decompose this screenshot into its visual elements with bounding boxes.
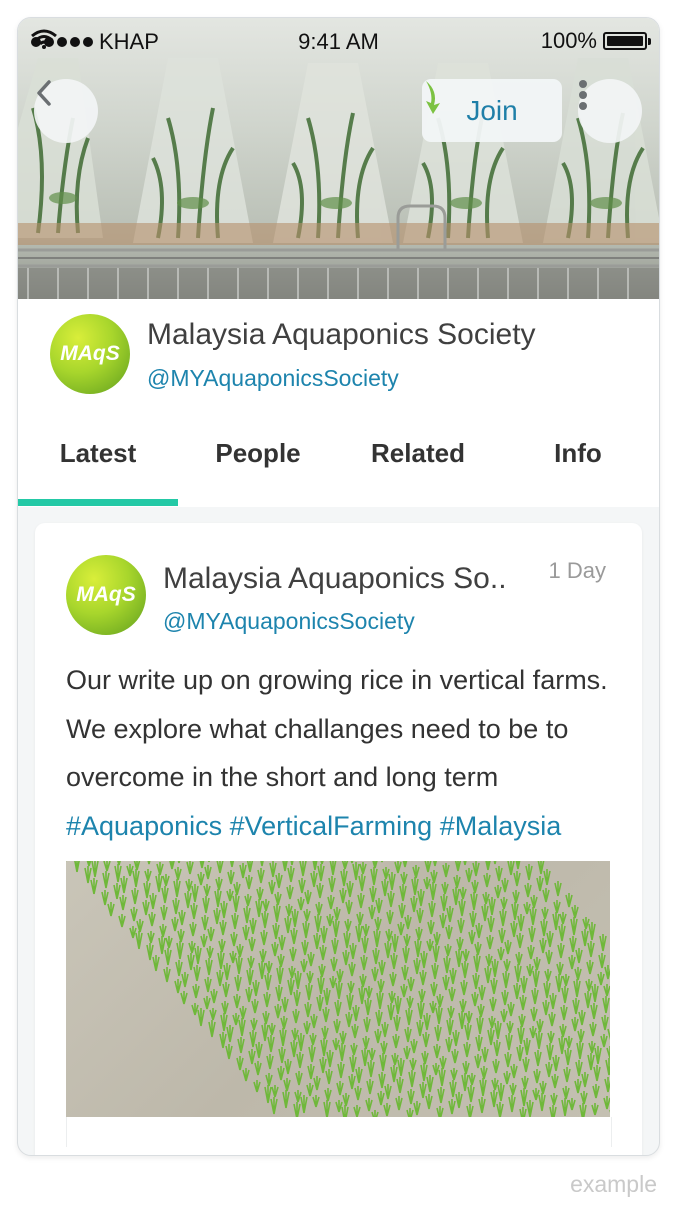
- group-name: Malaysia Aquaponics Society: [147, 318, 536, 351]
- battery-icon: [603, 32, 651, 50]
- group-handle[interactable]: @MYAquaponicsSociety: [147, 365, 399, 392]
- tab-info[interactable]: Info: [498, 416, 658, 506]
- cover-image: KHAP 9:41 AM 100% Join: [18, 18, 659, 299]
- post-author-name[interactable]: Malaysia Aquaponics So..: [163, 562, 507, 596]
- post-image-footer: [66, 1117, 612, 1147]
- post-body: Our write up on growing rice in vertical…: [66, 656, 626, 850]
- rice-field-photo: [66, 861, 610, 1117]
- join-label: Join: [466, 94, 518, 126]
- status-bar: KHAP 9:41 AM 100%: [18, 18, 659, 64]
- phone-frame: KHAP 9:41 AM 100% Join MAqS Malaysia Aqu…: [17, 17, 660, 1156]
- tab-latest[interactable]: Latest: [18, 416, 178, 506]
- join-button[interactable]: Join: [422, 79, 562, 142]
- arrow-join-icon: [426, 81, 440, 114]
- status-right: 100%: [540, 28, 651, 54]
- post-text: Our write up on growing rice in vertical…: [66, 665, 608, 792]
- more-options-button[interactable]: [578, 79, 642, 143]
- back-button[interactable]: [34, 79, 98, 143]
- post-hashtags[interactable]: #Aquaponics #VerticalFarming #Malaysia: [66, 811, 561, 841]
- tab-bar: Latest People Related Info: [18, 416, 659, 506]
- post-author-handle[interactable]: @MYAquaponicsSociety: [163, 608, 415, 635]
- post-card[interactable]: MAqS Malaysia Aquaponics So.. 1 Day @MYA…: [35, 523, 642, 1155]
- post-author-avatar[interactable]: MAqS: [66, 555, 146, 635]
- battery-percent: 100%: [540, 28, 597, 53]
- more-vertical-icon: [579, 80, 587, 110]
- group-avatar[interactable]: MAqS: [50, 314, 130, 394]
- example-caption: example: [570, 1171, 657, 1197]
- post-timestamp: 1 Day: [548, 558, 606, 583]
- tab-related[interactable]: Related: [338, 416, 498, 506]
- tab-people[interactable]: People: [178, 416, 338, 506]
- chevron-left-icon: [37, 80, 51, 106]
- post-image[interactable]: [66, 861, 610, 1117]
